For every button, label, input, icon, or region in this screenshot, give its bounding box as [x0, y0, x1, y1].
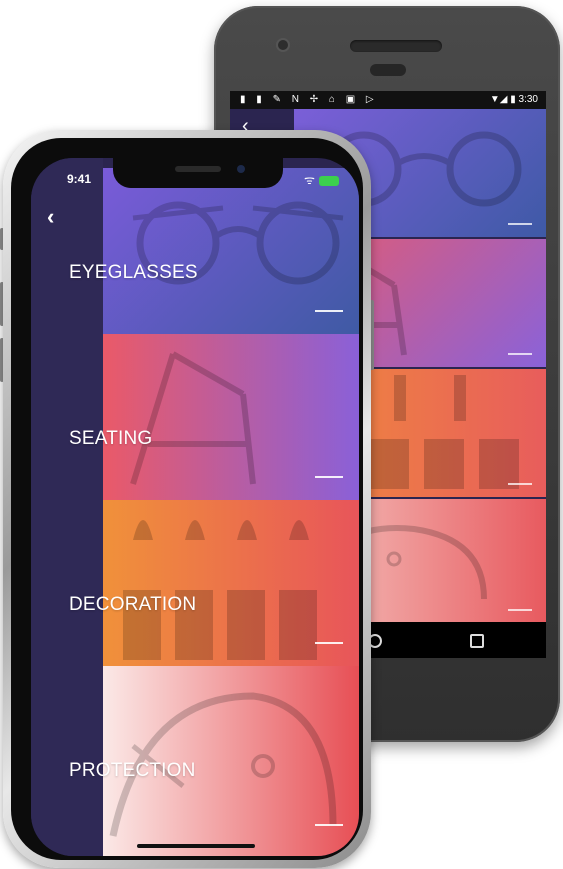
signal-battery-icon: ▼◢ ▮	[489, 94, 516, 105]
category-label-eyeglasses: EYEGLASSES	[69, 262, 198, 283]
notch	[113, 158, 283, 188]
proximity-sensor	[370, 64, 406, 76]
chair-icon	[130, 351, 256, 485]
status-time: 9:41	[67, 172, 92, 186]
status-icons: ᯤ	[304, 171, 339, 188]
notification-icons: ▮ ▮ ✎ N ✢ ⌂ ▣ ▷	[240, 94, 378, 105]
iphone-screen: EYEGLASSES SEATING DECORATION PROTECTION…	[31, 158, 359, 856]
panel-dash	[315, 310, 343, 312]
front-camera	[276, 38, 290, 52]
iphone-bezel: EYEGLASSES SEATING DECORATION PROTECTION…	[11, 138, 363, 860]
earpiece-speaker	[175, 166, 221, 172]
android-status-bar: ▮ ▮ ✎ N ✢ ⌂ ▣ ▷ ▼◢ ▮ 3:30	[230, 91, 546, 109]
home-indicator[interactable]	[137, 844, 255, 848]
panel-dash	[508, 353, 532, 355]
panel-dash	[508, 483, 532, 485]
category-decoration[interactable]	[103, 500, 359, 666]
front-camera	[237, 165, 245, 173]
android-status-time: 3:30	[518, 94, 538, 105]
battery-icon	[319, 175, 339, 186]
recents-icon[interactable]	[470, 634, 484, 648]
category-label-seating: SEATING	[69, 428, 153, 449]
panel-dash	[315, 476, 343, 478]
wifi-icon: ᯤ	[304, 173, 315, 187]
back-button[interactable]: ‹	[47, 204, 54, 230]
panel-dash	[315, 642, 343, 644]
panel-dash	[315, 824, 343, 826]
category-seating[interactable]	[103, 334, 359, 500]
panel-dash	[508, 223, 532, 225]
category-eyeglasses[interactable]	[103, 168, 359, 334]
category-label-decoration: DECORATION	[69, 594, 197, 615]
iphone-device: EYEGLASSES SEATING DECORATION PROTECTION…	[3, 130, 371, 868]
category-label-protection: PROTECTION	[69, 760, 196, 781]
earpiece-speaker	[350, 40, 442, 52]
panel-dash	[508, 609, 532, 611]
system-icons: ▼◢ ▮ 3:30	[490, 94, 538, 105]
